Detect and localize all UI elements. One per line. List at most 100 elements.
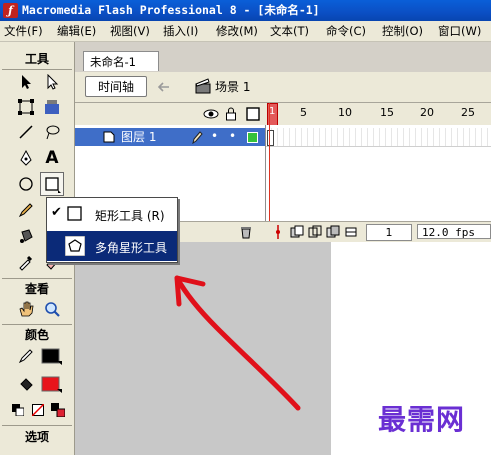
text-tool[interactable]: A — [40, 146, 64, 170]
frame-number: 25 — [461, 106, 475, 119]
eyedropper-icon — [19, 255, 33, 271]
rectangle-tool[interactable] — [40, 172, 64, 196]
hand-icon — [19, 301, 34, 317]
current-frame-field[interactable]: 1 — [366, 224, 412, 241]
red-arrow-annotation — [174, 275, 301, 411]
eye-icon[interactable] — [203, 108, 219, 120]
flash-window: ƒ Macromedia Flash Professional 8 - [未命名… — [0, 0, 491, 455]
onion-skin-icon[interactable] — [290, 225, 304, 239]
arrow-icon — [22, 75, 31, 89]
no-color-icon[interactable] — [28, 398, 48, 422]
lock-icon[interactable] — [225, 107, 237, 121]
outline-icon[interactable] — [246, 107, 260, 121]
back-arrow-icon[interactable] — [155, 80, 171, 94]
watermark-text: 最需网 — [378, 403, 466, 436]
ink-bottle-icon — [20, 229, 33, 243]
rectangle-icon — [67, 206, 82, 221]
stroke-color-swatch[interactable] — [40, 344, 64, 368]
line-icon — [19, 125, 33, 139]
tools-divider — [2, 324, 72, 325]
flash-logo-icon: ƒ — [3, 3, 18, 18]
edit-bar: 时间轴 场景 1 — [75, 72, 491, 103]
flyout-label: 矩形工具 (R) — [95, 209, 165, 223]
window-title: Macromedia Flash Professional 8 - [未命名-1… — [22, 3, 320, 17]
tools-divider — [2, 278, 72, 279]
frame-number: 20 — [420, 106, 434, 119]
title-bar: ƒ Macromedia Flash Professional 8 - [未命名… — [0, 0, 491, 21]
pen-tool[interactable] — [14, 146, 38, 170]
outline-color-box[interactable] — [247, 132, 258, 143]
free-transform-tool[interactable] — [14, 95, 38, 119]
trash-icon[interactable] — [239, 225, 253, 239]
flyout-item-rectangle[interactable]: ✔ 矩形工具 (R) — [47, 199, 177, 229]
subselection-tool[interactable] — [40, 70, 64, 94]
pencil-tool[interactable] — [14, 198, 38, 222]
document-tab-strip: 未命名-1 — [75, 42, 491, 72]
flyout-label: 多角星形工具 — [95, 241, 168, 255]
fill-color-icon — [14, 372, 38, 396]
tools-header: 工具 — [24, 52, 49, 66]
frame-row[interactable] — [266, 103, 491, 223]
menu-insert[interactable]: 插入(I) — [163, 21, 198, 41]
frames-column — [266, 103, 491, 223]
pencil-edit-icon — [192, 131, 203, 144]
playhead-line — [269, 103, 270, 223]
polystar-icon — [65, 236, 85, 256]
timeline-header: 1 5 10 15 20 25 — [75, 103, 491, 127]
document-tab[interactable]: 未命名-1 — [83, 51, 159, 71]
lasso-tool[interactable] — [40, 120, 64, 144]
menu-window[interactable]: 窗口(W) — [438, 21, 481, 41]
lasso-icon — [46, 125, 60, 140]
swap-colors-icon[interactable] — [48, 398, 68, 422]
stroke-color-icon — [14, 344, 38, 368]
colors-header: 颜色 — [24, 328, 49, 342]
frame-number: 10 — [338, 106, 352, 119]
edit-multiple-icon[interactable] — [326, 225, 340, 239]
shape-tool-flyout: ✔ 矩形工具 (R) 多角星形工具 — [46, 197, 178, 263]
gradient-transform-icon — [45, 100, 59, 114]
flyout-item-polystar[interactable]: 多角星形工具 — [47, 231, 177, 261]
frame-number: 15 — [380, 106, 394, 119]
fill-color-swatch[interactable] — [40, 372, 64, 396]
magnifier-icon — [45, 302, 60, 317]
zoom-tool[interactable] — [40, 297, 64, 321]
layer-row[interactable]: 图层 1 • • — [75, 128, 265, 146]
transform-icon — [18, 99, 34, 115]
eyedropper-tool[interactable] — [14, 250, 38, 274]
onion-markers-icon[interactable] — [344, 225, 358, 239]
menu-modify[interactable]: 修改(M) — [216, 21, 258, 41]
hollow-arrow-icon — [47, 74, 59, 90]
center-frame-icon[interactable] — [272, 225, 284, 239]
frame-number: 5 — [300, 106, 307, 119]
onion-outline-icon[interactable] — [308, 225, 322, 239]
timeline-toggle-button[interactable]: 时间轴 — [85, 76, 147, 97]
tools-divider — [2, 425, 72, 426]
pencil-icon — [18, 203, 33, 218]
menu-view[interactable]: 视图(V) — [110, 21, 150, 41]
rectangle-icon — [45, 177, 61, 193]
paint-bucket-icon — [20, 378, 33, 391]
visibility-dot[interactable]: • — [211, 127, 218, 145]
ink-bottle-tool[interactable] — [14, 224, 38, 248]
menu-edit[interactable]: 编辑(E) — [57, 21, 96, 41]
check-icon: ✔ — [51, 205, 62, 220]
menu-control[interactable]: 控制(O) — [382, 21, 423, 41]
selection-tool[interactable] — [14, 70, 38, 94]
clapper-icon — [195, 78, 211, 94]
text-a-icon: A — [45, 148, 59, 168]
black-white-icon[interactable] — [8, 398, 28, 422]
lock-dot[interactable]: • — [229, 127, 236, 145]
menu-text[interactable]: 文本(T) — [270, 21, 309, 41]
fill-transform-tool[interactable] — [40, 95, 64, 119]
view-header: 查看 — [24, 282, 49, 296]
oval-tool[interactable] — [14, 172, 38, 196]
frame-rate-field[interactable]: 12.0 fps — [417, 224, 491, 239]
menu-bar: 文件(F) 编辑(E) 视图(V) 插入(I) 修改(M) 文本(T) 命令(C… — [0, 21, 491, 42]
pencil-small-icon — [18, 349, 33, 364]
menu-commands[interactable]: 命令(C) — [326, 21, 366, 41]
menu-file[interactable]: 文件(F) — [4, 21, 43, 41]
options-header: 选项 — [24, 430, 49, 444]
line-tool[interactable] — [14, 120, 38, 144]
layer-name: 图层 1 — [121, 130, 157, 144]
hand-tool[interactable] — [14, 297, 38, 321]
